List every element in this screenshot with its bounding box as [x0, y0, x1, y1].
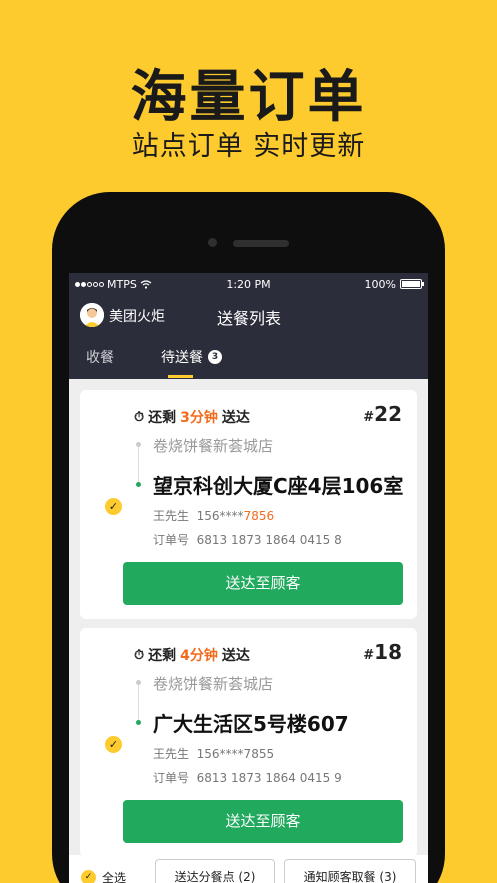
order-id-value: 6813 1873 1864 0415 9	[196, 771, 342, 785]
eta-prefix: 还剩	[148, 410, 177, 426]
eta-row: ⏱ 还剩 4分钟 送达	[134, 645, 250, 665]
battery-fill	[402, 281, 420, 287]
pickup-dot-icon	[136, 442, 141, 447]
customer-phone-tail[interactable]: 7856	[244, 509, 275, 523]
eta-suffix: 送达	[221, 410, 250, 426]
page-title: 送餐列表	[217, 309, 282, 328]
eta-value: 4分钟	[180, 648, 218, 664]
route-line	[138, 445, 139, 483]
shop-name[interactable]: 美团火炬	[109, 306, 165, 326]
app-screen: MTPS 1:20 PM 100% 美团火炬 送餐列表 收餐 待送餐 3 ⏱ 还…	[69, 273, 428, 883]
order-number-value: 18	[374, 640, 402, 664]
select-all-label: 全选	[102, 871, 127, 883]
tab-receive[interactable]: 收餐	[86, 347, 114, 367]
notify-customer-button[interactable]: 通知顾客取餐 (3)	[284, 859, 416, 883]
destination-dot-icon	[136, 482, 141, 487]
promo-headline: 海量订单	[130, 65, 367, 130]
tab-pending-delivery[interactable]: 待送餐 3	[161, 347, 222, 367]
signal-icon	[75, 281, 104, 287]
carrier-label: MTPS	[107, 277, 137, 291]
promo-subline: 站点订单 实时更新	[131, 131, 366, 162]
batch-action-bar: ✓ 全选 送达分餐点 (2) 通知顾客取餐 (3)	[69, 855, 428, 883]
destination-dot-icon	[136, 720, 141, 725]
status-bar: MTPS 1:20 PM 100%	[69, 273, 428, 295]
speaker-grille	[233, 240, 289, 247]
wifi-icon	[140, 279, 152, 289]
deliver-to-pickup-point-button[interactable]: 送达分餐点 (2)	[155, 859, 275, 883]
order-id-label: 订单号	[153, 533, 190, 547]
order-number: #18	[363, 640, 402, 664]
battery-group: 100%	[364, 277, 424, 291]
order-id: 订单号 6813 1873 1864 0415 9	[153, 769, 342, 786]
order-card[interactable]: ⏱ 还剩 4分钟 送达 #18 卷烧饼餐新荟城店 广大生活区5号楼607 王先生…	[80, 628, 417, 857]
pickup-dot-icon	[136, 680, 141, 685]
order-id-value: 6813 1873 1864 0415 8	[196, 533, 342, 547]
order-id: 订单号 6813 1873 1864 0415 8	[153, 531, 342, 548]
carrier-group: MTPS	[75, 278, 152, 291]
count-badge: 3	[208, 350, 222, 364]
select-check-icon[interactable]: ✓	[105, 736, 122, 753]
deliver-to-customer-button[interactable]: 送达至顾客	[123, 800, 403, 843]
order-number: #22	[363, 402, 402, 426]
tab-pending-label: 待送餐	[161, 350, 203, 366]
customer-name: 王先生	[153, 747, 190, 761]
delivery-address: 广大生活区5号楼607	[153, 712, 349, 736]
pickup-shop: 卷烧饼餐新荟城店	[153, 437, 274, 455]
hash-sign: #	[363, 410, 375, 425]
customer-info: 王先生 156****7855	[153, 745, 274, 762]
order-number-value: 22	[374, 402, 402, 426]
select-all-toggle[interactable]: ✓ 全选	[81, 869, 126, 883]
customer-name: 王先生	[153, 509, 190, 523]
timer-icon: ⏱	[134, 647, 145, 663]
app-header: 美团火炬 送餐列表 收餐 待送餐 3	[69, 295, 428, 379]
eta-row: ⏱ 还剩 3分钟 送达	[134, 407, 250, 427]
eta-suffix: 送达	[221, 648, 250, 664]
customer-info: 王先生 156****7856	[153, 507, 274, 524]
hash-sign: #	[363, 648, 375, 663]
customer-phone-head[interactable]: 156****	[197, 509, 244, 523]
pickup-shop: 卷烧饼餐新荟城店	[153, 675, 274, 693]
deliver-to-customer-button[interactable]: 送达至顾客	[123, 562, 403, 605]
avatar[interactable]	[80, 303, 104, 327]
order-id-label: 订单号	[153, 771, 190, 785]
order-card[interactable]: ⏱ 还剩 3分钟 送达 #22 卷烧饼餐新荟城店 望京科创大厦C座4层106室 …	[80, 390, 417, 619]
select-check-icon[interactable]: ✓	[105, 498, 122, 515]
timer-icon: ⏱	[134, 409, 145, 425]
delivery-address: 望京科创大厦C座4层106室	[153, 474, 404, 498]
route-line	[138, 683, 139, 721]
eta-value: 3分钟	[180, 410, 218, 426]
active-tab-indicator	[168, 375, 193, 378]
customer-phone[interactable]: 156****7855	[197, 747, 274, 761]
eta-prefix: 还剩	[148, 648, 177, 664]
camera-icon	[208, 238, 217, 247]
battery-percent: 100%	[364, 277, 396, 291]
battery-icon	[400, 279, 424, 289]
check-icon: ✓	[81, 870, 96, 883]
